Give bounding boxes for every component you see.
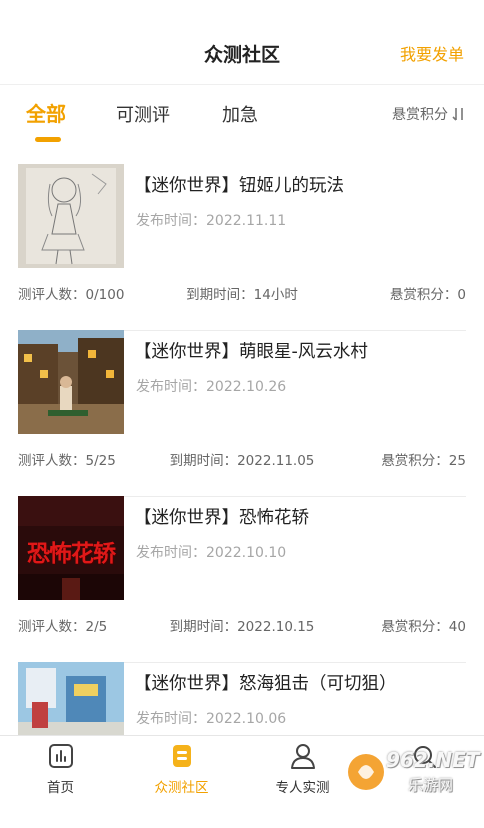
person-icon bbox=[290, 744, 315, 769]
task-title: 【迷你世界】恐怖花轿 bbox=[134, 508, 309, 528]
task-date: 发布时间：2022.11.11 bbox=[136, 213, 287, 229]
tab-urgent[interactable]: 加急 bbox=[222, 101, 258, 127]
reward-points: 悬赏积分：40 bbox=[381, 619, 466, 635]
task-title: 【迷你世界】萌眼星-风云水村 bbox=[134, 342, 368, 362]
sort-icon bbox=[452, 108, 463, 121]
task-title: 【迷你世界】钮姬儿的玩法 bbox=[134, 176, 344, 196]
tab-reviewable[interactable]: 可测评 bbox=[116, 101, 170, 127]
watermark-logo: 962.NET 乐游网 bbox=[346, 746, 482, 798]
sort-by-reward-button[interactable]: 悬赏积分 bbox=[392, 104, 466, 124]
reward-points: 悬赏积分：25 bbox=[381, 453, 466, 469]
task-thumbnail-village bbox=[18, 330, 124, 434]
tab-all[interactable]: 全部 bbox=[26, 98, 66, 127]
watermark-subtext: 乐游网 bbox=[408, 776, 454, 794]
community-icon bbox=[172, 745, 191, 767]
reward-points: 悬赏积分：0 bbox=[389, 287, 466, 303]
task-date: 发布时间：2022.10.06 bbox=[136, 711, 287, 727]
task-date: 发布时间：2022.10.10 bbox=[136, 545, 287, 561]
nav-community[interactable]: 众测社区 bbox=[121, 736, 242, 801]
horror-poster-text: 恐怖花轿 bbox=[27, 541, 116, 567]
nav-home[interactable]: 首页 bbox=[0, 736, 121, 801]
nav-label: 首页 bbox=[47, 780, 74, 796]
nav-label: 众测社区 bbox=[154, 780, 209, 796]
header: 众测社区 我要发单 bbox=[0, 0, 484, 85]
nav-expert-test[interactable]: 专人实测 bbox=[242, 736, 363, 801]
task-card[interactable]: 【迷你世界】萌眼星-风云水村 发布时间：2022.10.26 测评人数：5/25… bbox=[18, 330, 466, 497]
publish-order-button[interactable]: 我要发单 bbox=[400, 41, 464, 65]
chart-icon bbox=[48, 744, 73, 768]
task-thumbnail-sketch bbox=[18, 164, 124, 268]
sort-label: 悬赏积分 bbox=[392, 107, 448, 123]
task-card[interactable]: 恐怖花轿 【迷你世界】恐怖花轿 发布时间：2022.10.10 测评人数：2/5… bbox=[18, 496, 466, 663]
task-card[interactable]: 【迷你世界】钮姬儿的玩法 发布时间：2022.11.11 测评人数：0/100 … bbox=[18, 164, 466, 331]
task-thumbnail-horror: 恐怖花轿 bbox=[18, 496, 124, 600]
watermark-text: 962.NET bbox=[386, 748, 480, 772]
task-title: 【迷你世界】怒海狙击（可切狙） bbox=[134, 674, 397, 694]
active-tab-indicator bbox=[35, 137, 61, 142]
nav-label: 专人实测 bbox=[275, 780, 330, 796]
task-date: 发布时间：2022.10.26 bbox=[136, 379, 287, 395]
